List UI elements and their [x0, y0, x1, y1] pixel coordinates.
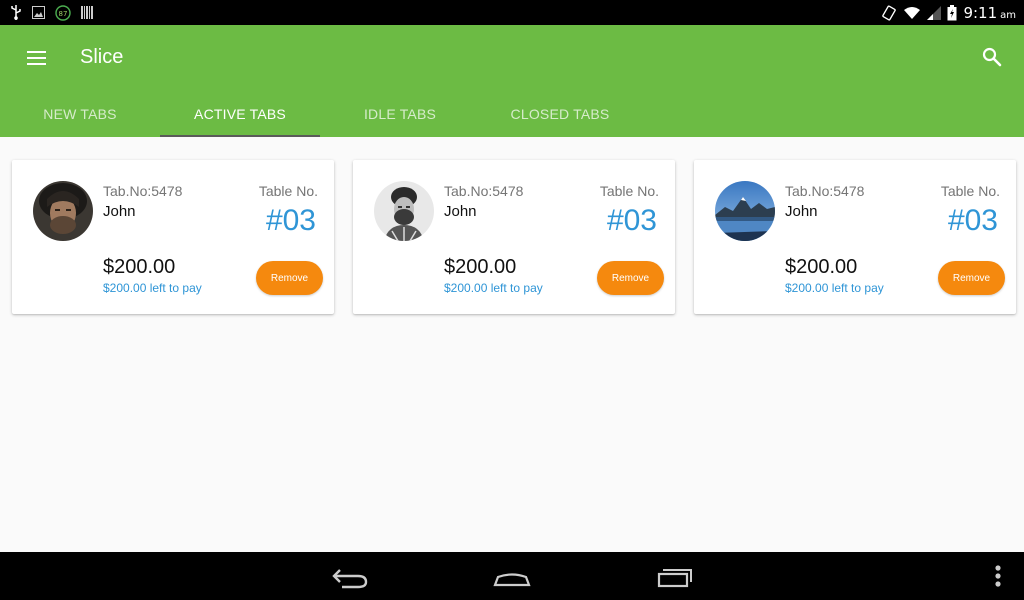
usb-icon [11, 5, 21, 20]
tab-new-tabs[interactable]: NEW TABS [0, 91, 160, 137]
tab-card[interactable]: Tab.No:5478 John Table No. #03 $200.00 $… [694, 160, 1016, 314]
barcode-icon [81, 6, 93, 19]
remove-button[interactable]: Remove [597, 261, 664, 295]
search-icon[interactable] [980, 45, 1004, 69]
overflow-menu-icon[interactable] [974, 562, 1022, 590]
notification-icons: 87 [10, 4, 93, 21]
tab-amount: $200.00 [444, 256, 517, 278]
wifi-icon [904, 6, 921, 19]
back-icon[interactable] [326, 562, 374, 590]
app-bar: Slice NEW TABS ACTIVE TABS IDLE TABS CLO… [0, 25, 1024, 137]
customer-name: John [103, 203, 136, 220]
remove-button[interactable]: Remove [938, 261, 1005, 295]
tab-active-tabs[interactable]: ACTIVE TABS [160, 91, 320, 137]
tab-number: Tab.No:5478 [785, 183, 865, 199]
tab-number: Tab.No:5478 [103, 183, 183, 199]
navigation-bar [0, 552, 1024, 600]
table-number: #03 [265, 204, 316, 237]
recent-apps-icon[interactable] [651, 562, 699, 590]
clock-time: 9:11 [963, 3, 998, 22]
battery-status-icon: 87 [55, 4, 71, 21]
menu-icon-bar [26, 63, 46, 65]
menu-button[interactable] [22, 44, 50, 72]
menu-icon-bar [26, 51, 46, 53]
signal-icon [927, 5, 942, 20]
home-icon[interactable] [488, 562, 536, 590]
tab-amount: $200.00 [103, 256, 176, 278]
amount-left-to-pay: $200.00 left to pay [103, 281, 202, 295]
tab-card[interactable]: Tab.No:5478 John Table No. #03 $200.00 $… [353, 160, 675, 314]
tab-number: Tab.No:5478 [444, 183, 524, 199]
tab-closed-tabs[interactable]: CLOSED TABS [480, 91, 640, 137]
battery-badge-text: 87 [59, 10, 68, 18]
table-number: #03 [947, 204, 998, 237]
amount-left-to-pay: $200.00 left to pay [785, 281, 884, 295]
tab-card[interactable]: Tab.No:5478 John Table No. #03 $200.00 $… [12, 160, 334, 314]
rotate-icon [882, 4, 897, 21]
avatar [33, 181, 93, 241]
status-bar: 87 9:11 am [0, 0, 1024, 25]
amount-left-to-pay: $200.00 left to pay [444, 281, 543, 295]
clock-ampm: am [1000, 9, 1016, 21]
tab-bar: NEW TABS ACTIVE TABS IDLE TABS CLOSED TA… [0, 91, 640, 137]
table-number: #03 [606, 204, 657, 237]
avatar [715, 181, 775, 241]
menu-icon-bar [26, 57, 46, 59]
avatar [374, 181, 434, 241]
customer-name: John [785, 203, 818, 220]
clock: 9:11 am [963, 4, 1016, 22]
system-status: 9:11 am [881, 3, 1016, 22]
table-label: Table No. [599, 183, 659, 199]
image-icon [32, 6, 45, 19]
customer-name: John [444, 203, 477, 220]
table-label: Table No. [258, 183, 318, 199]
tab-card-list: Tab.No:5478 John Table No. #03 $200.00 $… [12, 160, 1016, 314]
tab-idle-tabs[interactable]: IDLE TABS [320, 91, 480, 137]
battery-icon [947, 4, 957, 20]
app-title: Slice [80, 46, 124, 68]
remove-button[interactable]: Remove [256, 261, 323, 295]
tab-amount: $200.00 [785, 256, 858, 278]
table-label: Table No. [940, 183, 1000, 199]
